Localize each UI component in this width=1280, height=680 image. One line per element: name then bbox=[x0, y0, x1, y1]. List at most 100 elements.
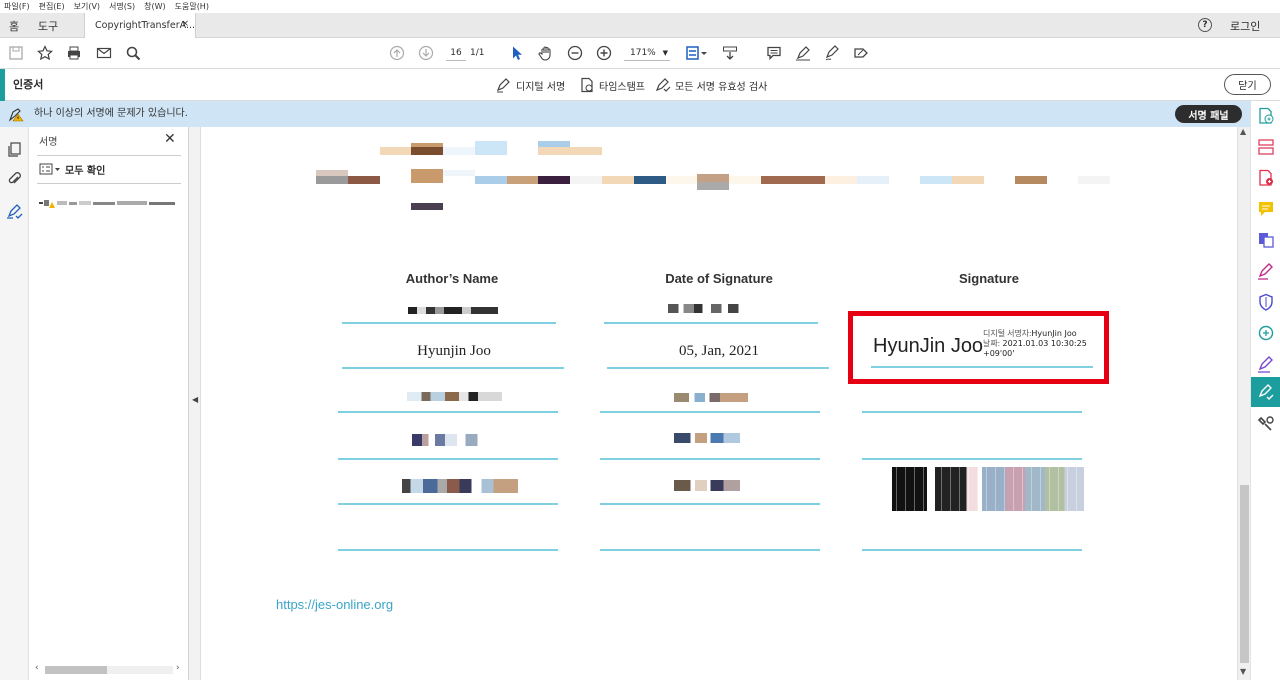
login-link[interactable]: 로그인 bbox=[1230, 13, 1260, 38]
digital-sign-button[interactable]: 디지털 서명 bbox=[496, 77, 565, 93]
panel-collapse-handle[interactable]: ◀ bbox=[189, 127, 201, 680]
signature-panel: 서명 ✕ 모두 확인 ‹ › bbox=[29, 127, 189, 680]
table-rule bbox=[600, 458, 820, 460]
table-rule bbox=[600, 411, 820, 413]
certificates-tool-active[interactable] bbox=[1251, 377, 1280, 407]
table-rule bbox=[600, 503, 820, 505]
scroll-left-icon[interactable]: ‹ bbox=[35, 663, 39, 673]
close-button[interactable]: 닫기 bbox=[1224, 74, 1271, 95]
zoom-select[interactable]: 171% ▼ bbox=[624, 46, 670, 61]
signature-warning-icon bbox=[39, 200, 175, 208]
certificate-bar: 인증서 디지털 서명 타임스탬프 모든 서명 유효성 검사 닫기 bbox=[0, 69, 1280, 101]
author-name: Hyunjin Joo bbox=[417, 343, 491, 359]
select-cursor-icon[interactable] bbox=[509, 45, 525, 61]
scroll-down-icon[interactable]: ▼ bbox=[1240, 667, 1246, 676]
table-rule bbox=[338, 458, 558, 460]
fill-sign-tool-icon[interactable] bbox=[1257, 262, 1275, 280]
zoom-in-icon[interactable] bbox=[596, 45, 612, 61]
table-rule bbox=[862, 549, 1082, 551]
validate-all-button[interactable]: 모든 서명 유효성 검사 bbox=[655, 77, 767, 93]
scroll-right-icon[interactable]: › bbox=[176, 663, 180, 673]
scroll-thumb[interactable] bbox=[1240, 485, 1249, 663]
send-for-signature-icon[interactable] bbox=[1257, 355, 1275, 373]
validate-all-label: 모든 서명 유효성 검사 bbox=[675, 81, 768, 93]
table-rule bbox=[600, 549, 820, 551]
tab-document-label: CopyrightTransferA... bbox=[95, 20, 196, 31]
highlight-pen-icon[interactable] bbox=[795, 45, 811, 61]
menu-view[interactable]: 보기(V) bbox=[74, 1, 100, 12]
menu-window[interactable]: 창(W) bbox=[144, 1, 166, 12]
table-rule bbox=[338, 503, 558, 505]
page-number-input[interactable]: 16 bbox=[446, 46, 466, 61]
scroll-up-icon[interactable]: ▲ bbox=[1240, 127, 1246, 136]
scroll-mode-icon[interactable] bbox=[722, 45, 738, 61]
date-label: 날짜: bbox=[983, 339, 1000, 348]
table-rule bbox=[862, 458, 1082, 460]
menu-edit[interactable]: 편집(E) bbox=[39, 1, 65, 12]
save-icon[interactable] bbox=[8, 45, 24, 61]
combine-files-icon[interactable] bbox=[1257, 231, 1275, 249]
timestamp-icon bbox=[581, 77, 593, 93]
signature-timestamp: 2021.01.03 10:30:25 bbox=[1002, 339, 1087, 348]
create-pdf-icon[interactable] bbox=[1257, 169, 1275, 187]
export-pdf-icon[interactable] bbox=[1257, 107, 1275, 125]
timestamp-button[interactable]: 타임스탬프 bbox=[579, 77, 645, 93]
pages-icon[interactable] bbox=[6, 141, 23, 158]
signature-panel-button[interactable]: 서명 패널 bbox=[1175, 105, 1242, 123]
zoom-out-icon[interactable] bbox=[567, 45, 583, 61]
page-down-icon[interactable] bbox=[418, 45, 434, 61]
signed-by-value: HyunJin Joo bbox=[1031, 329, 1077, 338]
search-icon[interactable] bbox=[125, 45, 141, 61]
page-up-icon[interactable] bbox=[389, 45, 405, 61]
column-date-of-signature: Date of Signature bbox=[665, 271, 773, 286]
signature-nav-icon[interactable] bbox=[6, 203, 23, 220]
more-tools-icon[interactable] bbox=[1257, 415, 1275, 433]
fill-sign-icon[interactable] bbox=[853, 45, 869, 61]
protect-shield-icon[interactable] bbox=[1257, 293, 1275, 311]
menu-help[interactable]: 도움말(H) bbox=[175, 1, 209, 12]
comment-icon[interactable] bbox=[766, 45, 782, 61]
pen-sign-icon bbox=[496, 78, 510, 93]
signature-panel-title: 서명 bbox=[39, 137, 58, 148]
horizontal-scrollbar[interactable]: ‹ › bbox=[35, 663, 183, 676]
tab-tools[interactable]: 도구 bbox=[28, 13, 68, 38]
attachment-icon[interactable] bbox=[6, 171, 23, 188]
help-icon[interactable]: ? bbox=[1198, 18, 1212, 32]
signature-field-highlight[interactable]: HyunJin Joo 디지털 서명자:HyunJin Joo 날짜: 2021… bbox=[848, 311, 1109, 384]
table-rule bbox=[342, 367, 564, 369]
verify-all-button[interactable]: 모두 확인 bbox=[39, 161, 105, 177]
vertical-scrollbar[interactable]: ▲ ▼ bbox=[1237, 127, 1250, 680]
menu-sign[interactable]: 서명(S) bbox=[109, 1, 135, 12]
table-rule bbox=[338, 411, 558, 413]
tab-document[interactable]: CopyrightTransferA... × bbox=[84, 13, 196, 38]
scroll-thumb[interactable] bbox=[45, 666, 107, 674]
tab-close-icon[interactable]: × bbox=[181, 19, 189, 29]
close-icon[interactable]: ✕ bbox=[164, 131, 176, 147]
tab-home[interactable]: 홈 bbox=[0, 13, 28, 38]
journal-url-link[interactable]: https://jes-online.org bbox=[276, 597, 393, 612]
table-rule bbox=[604, 322, 818, 324]
options-list-icon bbox=[39, 163, 60, 175]
signature-entry[interactable] bbox=[39, 194, 183, 208]
timestamp-label: 타임스탬프 bbox=[599, 81, 645, 93]
draw-sign-icon[interactable] bbox=[824, 45, 840, 61]
signature-date: 05, Jan, 2021 bbox=[679, 343, 759, 359]
mail-icon[interactable] bbox=[96, 45, 112, 61]
comment-tool-icon[interactable] bbox=[1257, 200, 1275, 218]
organize-pages-icon[interactable] bbox=[1257, 138, 1275, 156]
fit-page-icon[interactable] bbox=[685, 45, 709, 61]
menu-bar: 파일(F) 편집(E) 보기(V) 서명(S) 창(W) 도움말(H) bbox=[0, 0, 1280, 13]
digital-sign-label: 디지털 서명 bbox=[516, 81, 566, 93]
table-rule bbox=[342, 322, 556, 324]
toolbar: 16 1/1 171% ▼ bbox=[0, 38, 1280, 69]
right-tools-rail bbox=[1250, 101, 1280, 680]
star-icon[interactable] bbox=[37, 45, 53, 61]
divider bbox=[37, 155, 181, 156]
signature-underline bbox=[871, 366, 1093, 368]
print-icon[interactable] bbox=[66, 45, 82, 61]
verify-all-label: 모두 확인 bbox=[65, 165, 106, 177]
signed-by-label: 디지털 서명자: bbox=[983, 329, 1032, 338]
enhance-scan-icon[interactable] bbox=[1257, 324, 1275, 342]
menu-file[interactable]: 파일(F) bbox=[4, 1, 30, 12]
hand-tool-icon[interactable] bbox=[538, 45, 554, 61]
